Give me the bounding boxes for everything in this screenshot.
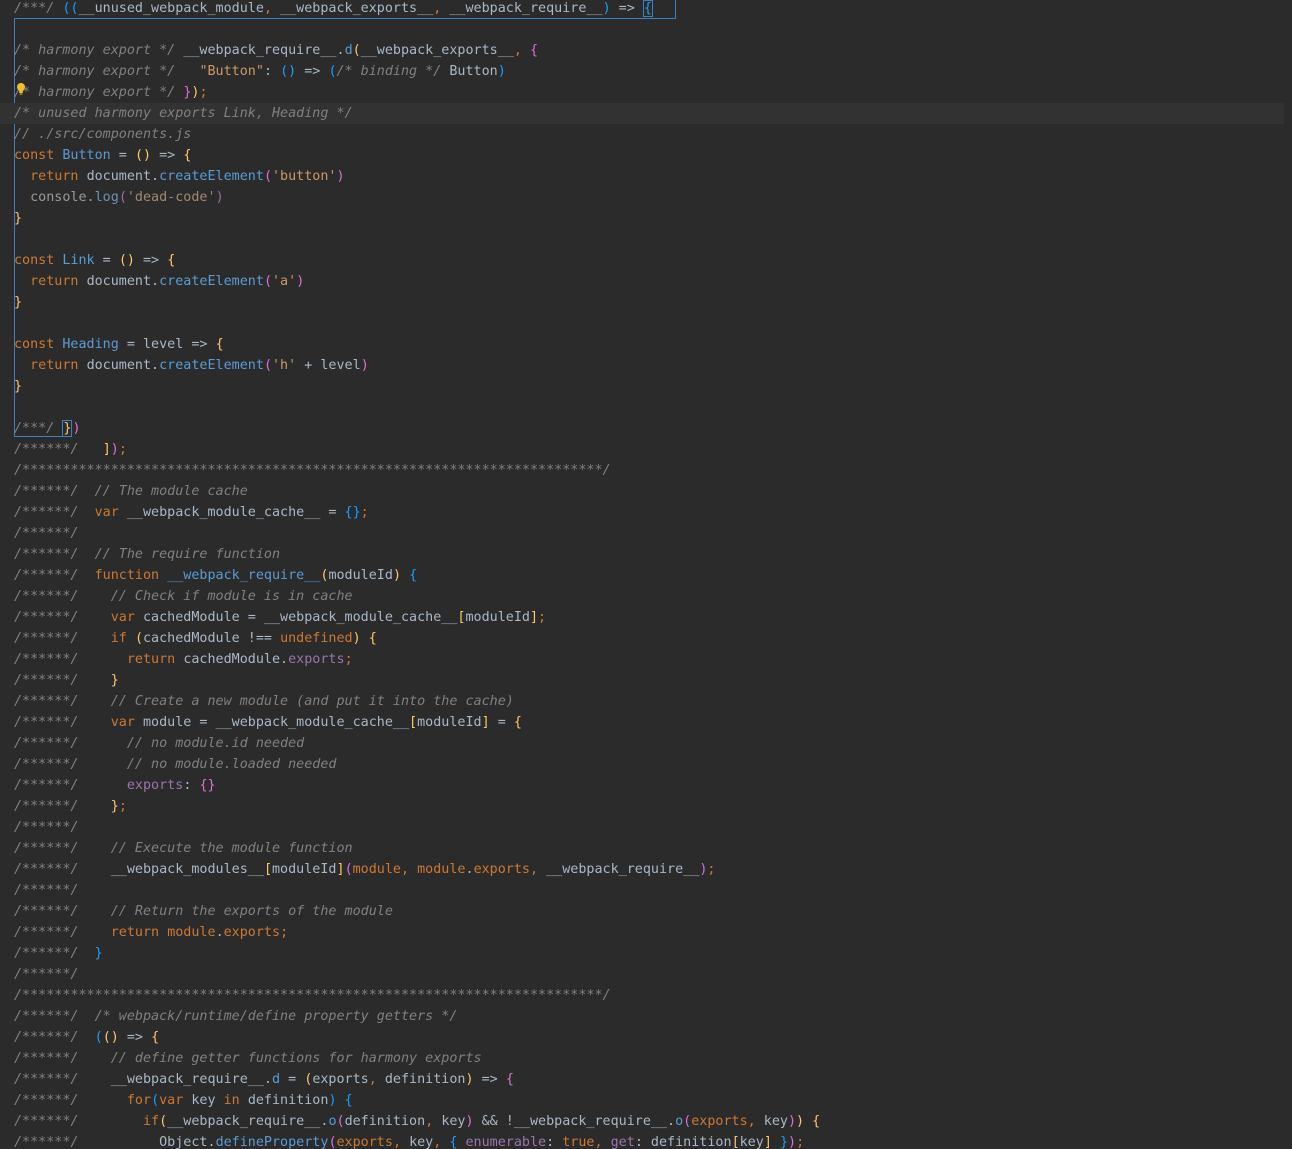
code-line-15[interactable]: }: [14, 292, 1284, 313]
code-line-29[interactable]: /******/ // Check if module is in cache: [14, 586, 1284, 607]
code-line-31[interactable]: /******/ if (cachedModule !== undefined)…: [14, 628, 1284, 649]
code-line-49[interactable]: /******/ /* webpack/runtime/define prope…: [14, 1006, 1284, 1027]
code-line-1[interactable]: /***/ ((__unused_webpack_module, __webpa…: [14, 0, 1284, 19]
code-line-24[interactable]: /******/ // The module cache: [14, 481, 1284, 502]
code-line-37[interactable]: /******/ // no module.loaded needed: [14, 754, 1284, 775]
code-line-6[interactable]: /* unused harmony exports Link, Heading …: [0, 103, 1284, 124]
code-line-47[interactable]: /******/: [14, 964, 1284, 985]
code-line-48[interactable]: /***************************************…: [14, 985, 1284, 1006]
code-line-26[interactable]: /******/: [14, 523, 1284, 544]
code-line-34[interactable]: /******/ // Create a new module (and put…: [14, 691, 1284, 712]
code-line-3[interactable]: /* harmony export */ __webpack_require__…: [14, 40, 1284, 61]
code-line-46[interactable]: /******/ }: [14, 943, 1284, 964]
code-line-33[interactable]: /******/ }: [14, 670, 1284, 691]
code-line-43[interactable]: /******/: [14, 880, 1284, 901]
code-line-17[interactable]: const Heading = level => {: [14, 334, 1284, 355]
code-line-28[interactable]: /******/ function __webpack_require__(mo…: [14, 565, 1284, 586]
code-line-18[interactable]: return document.createElement('h' + leve…: [14, 355, 1284, 376]
code-line-7[interactable]: // ./src/components.js: [14, 124, 1284, 145]
code-line-27[interactable]: /******/ // The require function: [14, 544, 1284, 565]
code-line-41[interactable]: /******/ // Execute the module function: [14, 838, 1284, 859]
token: /***/: [14, 1, 63, 16]
code-line-52[interactable]: /******/ __webpack_require__.d = (export…: [14, 1069, 1284, 1090]
code-line-11[interactable]: }: [14, 208, 1284, 229]
code-line-30[interactable]: /******/ var cachedModule = __webpack_mo…: [14, 607, 1284, 628]
code-line-25[interactable]: /******/ var __webpack_module_cache__ = …: [14, 502, 1284, 523]
code-line-8[interactable]: const Button = () => {: [14, 145, 1284, 166]
code-line-14[interactable]: return document.createElement('a'): [14, 271, 1284, 292]
code-line-51[interactable]: /******/ // define getter functions for …: [14, 1048, 1284, 1069]
code-line-42[interactable]: /******/ __webpack_modules__[moduleId](m…: [14, 859, 1284, 880]
code-line-22[interactable]: /******/ ]);: [14, 439, 1284, 460]
code-line-5[interactable]: /* harmony export */ });: [14, 82, 1284, 103]
lightbulb-icon[interactable]: [16, 82, 26, 96]
code-line-32[interactable]: /******/ return cachedModule.exports;: [14, 649, 1284, 670]
code-line-44[interactable]: /******/ // Return the exports of the mo…: [14, 901, 1284, 922]
code-line-54[interactable]: /******/ if(__webpack_require__.o(defini…: [14, 1111, 1284, 1132]
code-line-38[interactable]: /******/ exports: {}: [14, 775, 1284, 796]
code-line-53[interactable]: /******/ for(var key in definition) {: [14, 1090, 1284, 1111]
code-line-23[interactable]: /***************************************…: [14, 460, 1284, 481]
code-line-21[interactable]: /***/ }): [14, 418, 1284, 439]
code-line-10[interactable]: console.log('dead-code'): [14, 187, 1284, 208]
code-line-40[interactable]: /******/: [14, 817, 1284, 838]
code-line-39[interactable]: /******/ };: [14, 796, 1284, 817]
code-line-45[interactable]: /******/ return module.exports;: [14, 922, 1284, 943]
code-editor[interactable]: /***/ ((__unused_webpack_module, __webpa…: [0, 0, 1292, 1149]
code-line-55[interactable]: /******/ Object.defineProperty(exports, …: [14, 1132, 1284, 1149]
code-line-36[interactable]: /******/ // no module.id needed: [14, 733, 1284, 754]
code-line-4[interactable]: /* harmony export */ "Button": () => (/*…: [14, 61, 1284, 82]
code-line-35[interactable]: /******/ var module = __webpack_module_c…: [14, 712, 1284, 733]
code-line-9[interactable]: return document.createElement('button'): [14, 166, 1284, 187]
code-line-13[interactable]: const Link = () => {: [14, 250, 1284, 271]
code-line-19[interactable]: }: [14, 376, 1284, 397]
code-line-50[interactable]: /******/ (() => {: [14, 1027, 1284, 1048]
